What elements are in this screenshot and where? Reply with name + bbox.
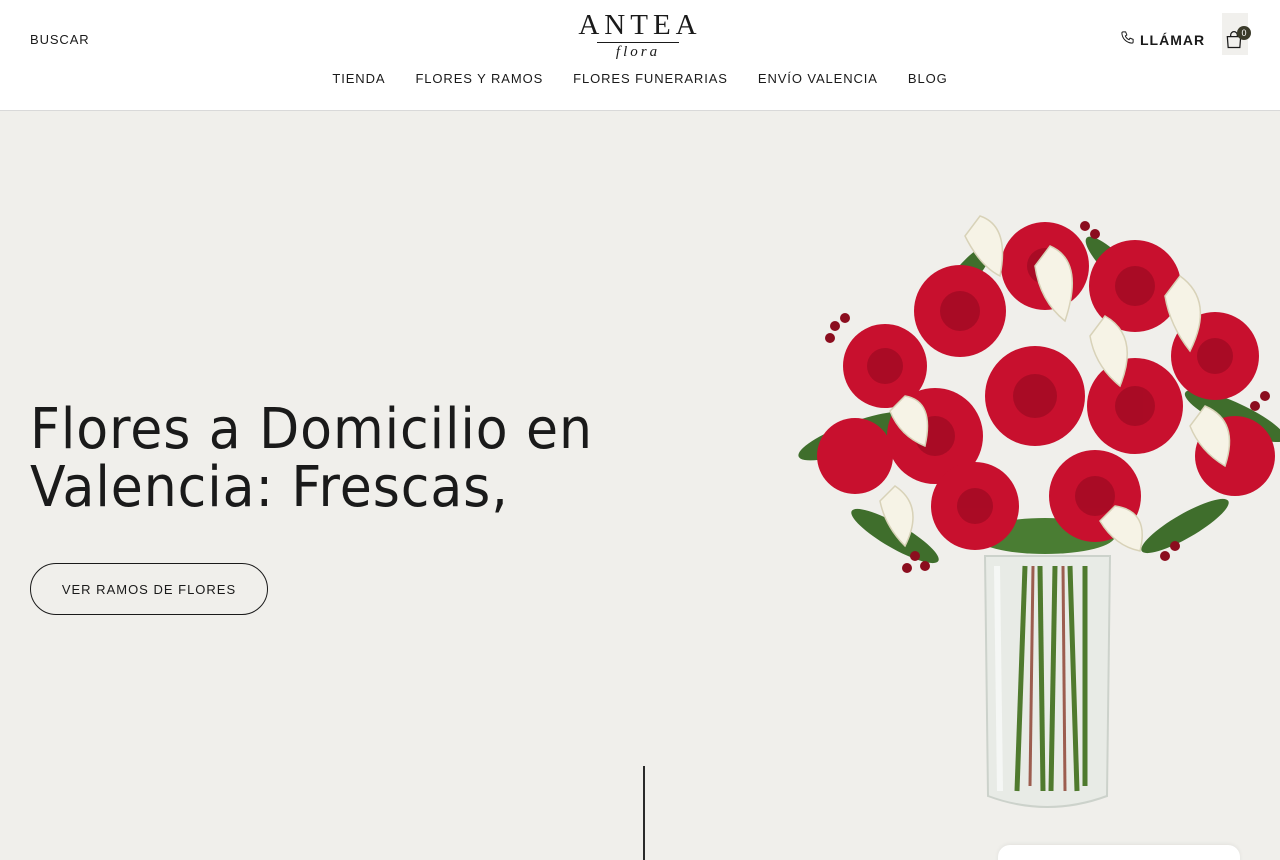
nav-item-blog[interactable]: BLOG [908,71,948,86]
nav-item-flores-y-ramos[interactable]: FLORES Y RAMOS [415,71,543,86]
logo-divider [597,42,679,43]
call-label: LLÁMAR [1140,32,1206,48]
nav-item-flores-funerarias[interactable]: FLORES FUNERARIAS [573,71,728,86]
view-bouquets-button[interactable]: VER RAMOS DE FLORES [30,563,268,615]
nav-item-tienda[interactable]: TIENDA [332,71,385,86]
phone-icon [1120,30,1135,50]
cart-button[interactable]: 0 [1222,13,1251,55]
logo-wordmark: ANTEA [578,9,702,41]
site-header: BUSCAR ANTEA flora TIENDA FLORES Y RAMOS… [0,0,1280,111]
logo-subtitle: flora [615,44,661,60]
nav-item-envio-valencia[interactable]: ENVÍO VALENCIA [758,71,878,86]
site-logo[interactable]: ANTEA flora [566,10,710,62]
hero-title: Flores a Domicilio en Valencia: Frescas, [30,397,593,520]
bouquet-image [785,206,1280,816]
search-link[interactable]: BUSCAR [30,32,90,47]
call-button[interactable]: LLÁMAR [1120,30,1205,50]
main-nav: TIENDA FLORES Y RAMOS FLORES FUNERARIAS … [0,71,1280,86]
floating-card [998,845,1240,860]
hero-section: Flores a Domicilio en Valencia: Frescas,… [0,111,1280,860]
cart-count-badge: 0 [1237,26,1251,40]
scroll-indicator-line [643,766,645,860]
